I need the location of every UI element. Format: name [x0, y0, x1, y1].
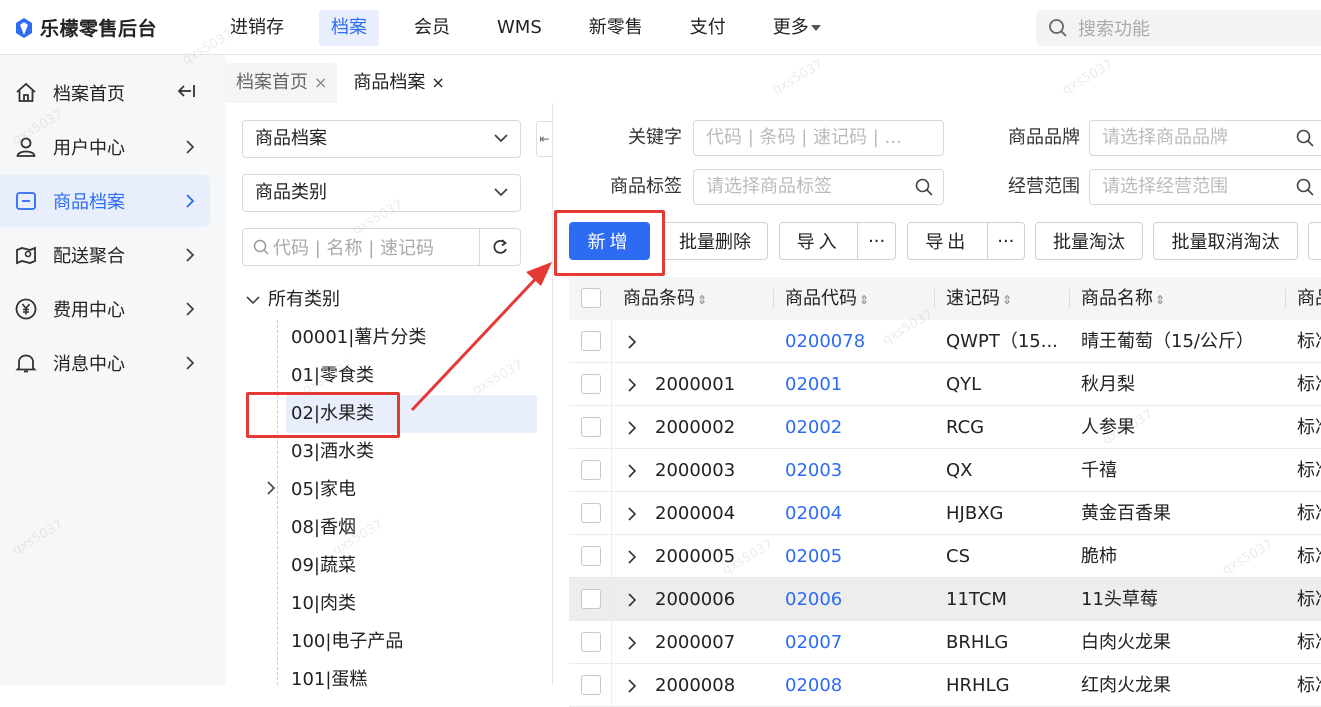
- annotation-arrow: [410, 262, 552, 412]
